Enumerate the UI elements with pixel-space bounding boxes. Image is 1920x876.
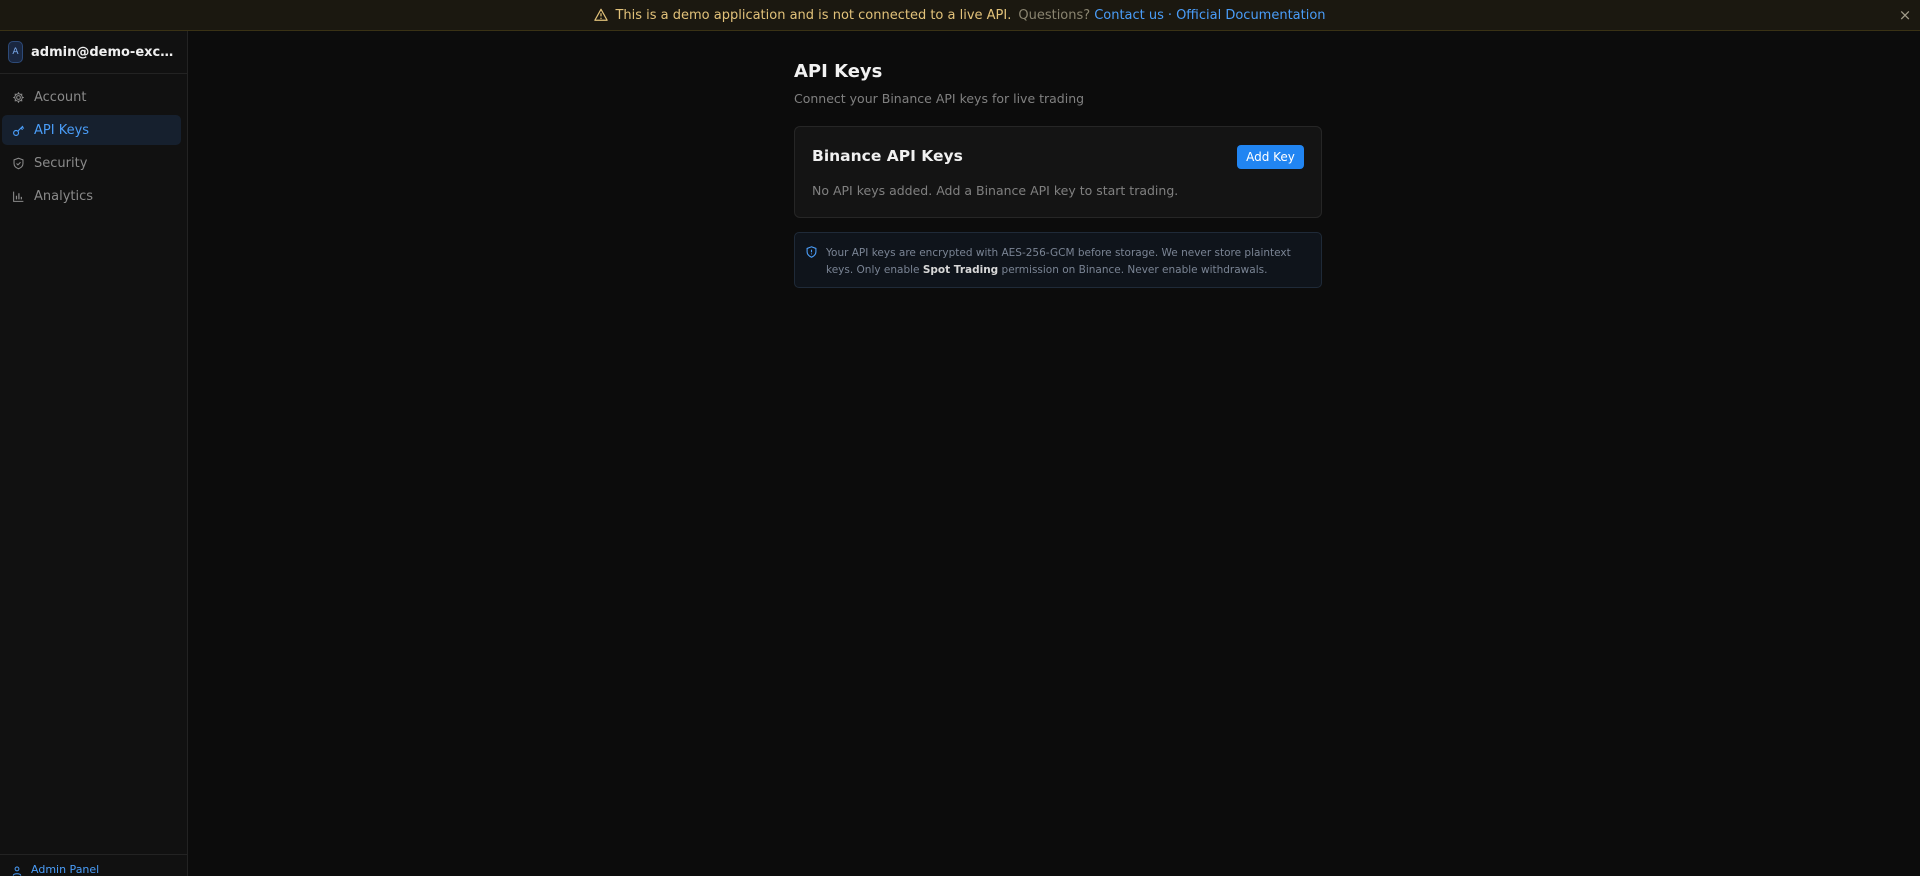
user-email: admin@demo-exchange [31,44,175,60]
add-key-button[interactable]: Add Key [1237,145,1304,169]
sidebar-item-label: Account [34,89,87,105]
sidebar-item-api-keys[interactable]: API Keys [2,115,181,145]
page-title: API Keys [794,61,883,82]
encryption-info-box: Your API keys are encrypted with AES-256… [794,232,1322,288]
warning-icon [594,8,609,22]
close-banner-button[interactable]: × [1896,6,1914,24]
key-icon [13,125,25,136]
contact-us-link[interactable]: Contact us [1094,8,1164,23]
api-keys-section: API Keys Connect your Binance API keys f… [794,61,1322,288]
admin-panel-link[interactable]: Admin Panel [0,854,187,876]
sidebar-item-label: Analytics [34,188,94,204]
admin-panel-label: Admin Panel [31,863,100,876]
shield-icon [806,246,817,258]
sidebar-item-analytics[interactable]: Analytics [2,181,181,211]
user-header[interactable]: A admin@demo-exchange [0,31,187,74]
official-documentation-link[interactable]: Official Documentation [1176,8,1326,23]
gear-icon [13,91,24,103]
binance-api-keys-card: Binance API Keys Add Key No API keys add… [794,126,1322,218]
empty-state-message: No API keys added. Add a Binance API key… [812,183,1179,198]
main-content: API Keys Connect your Binance API keys f… [189,31,1920,876]
sidebar: A admin@demo-exchange Account API Keys S… [0,31,188,876]
avatar: A [8,41,23,63]
sidebar-item-label: API Keys [34,122,90,138]
info-text-2: permission on Binance. Never enable with… [998,264,1268,276]
page-subtitle: Connect your Binance API keys for live t… [794,91,1085,106]
bar-chart-icon [13,191,24,202]
sidebar-item-security[interactable]: Security [2,148,181,178]
user-icon [12,866,22,876]
sidebar-item-account[interactable]: Account [2,82,181,112]
sidebar-item-label: Security [34,155,88,171]
info-text-bold: Spot Trading [922,264,999,276]
demo-banner: This is a demo application and is not co… [0,0,1920,31]
shield-icon [13,157,24,169]
banner-separator: · [1167,7,1173,23]
sidebar-nav: Account API Keys Security Analytics [0,74,187,211]
banner-questions: Questions? [1018,7,1091,23]
card-title: Binance API Keys [812,147,963,165]
banner-message: This is a demo application and is not co… [615,7,1012,23]
